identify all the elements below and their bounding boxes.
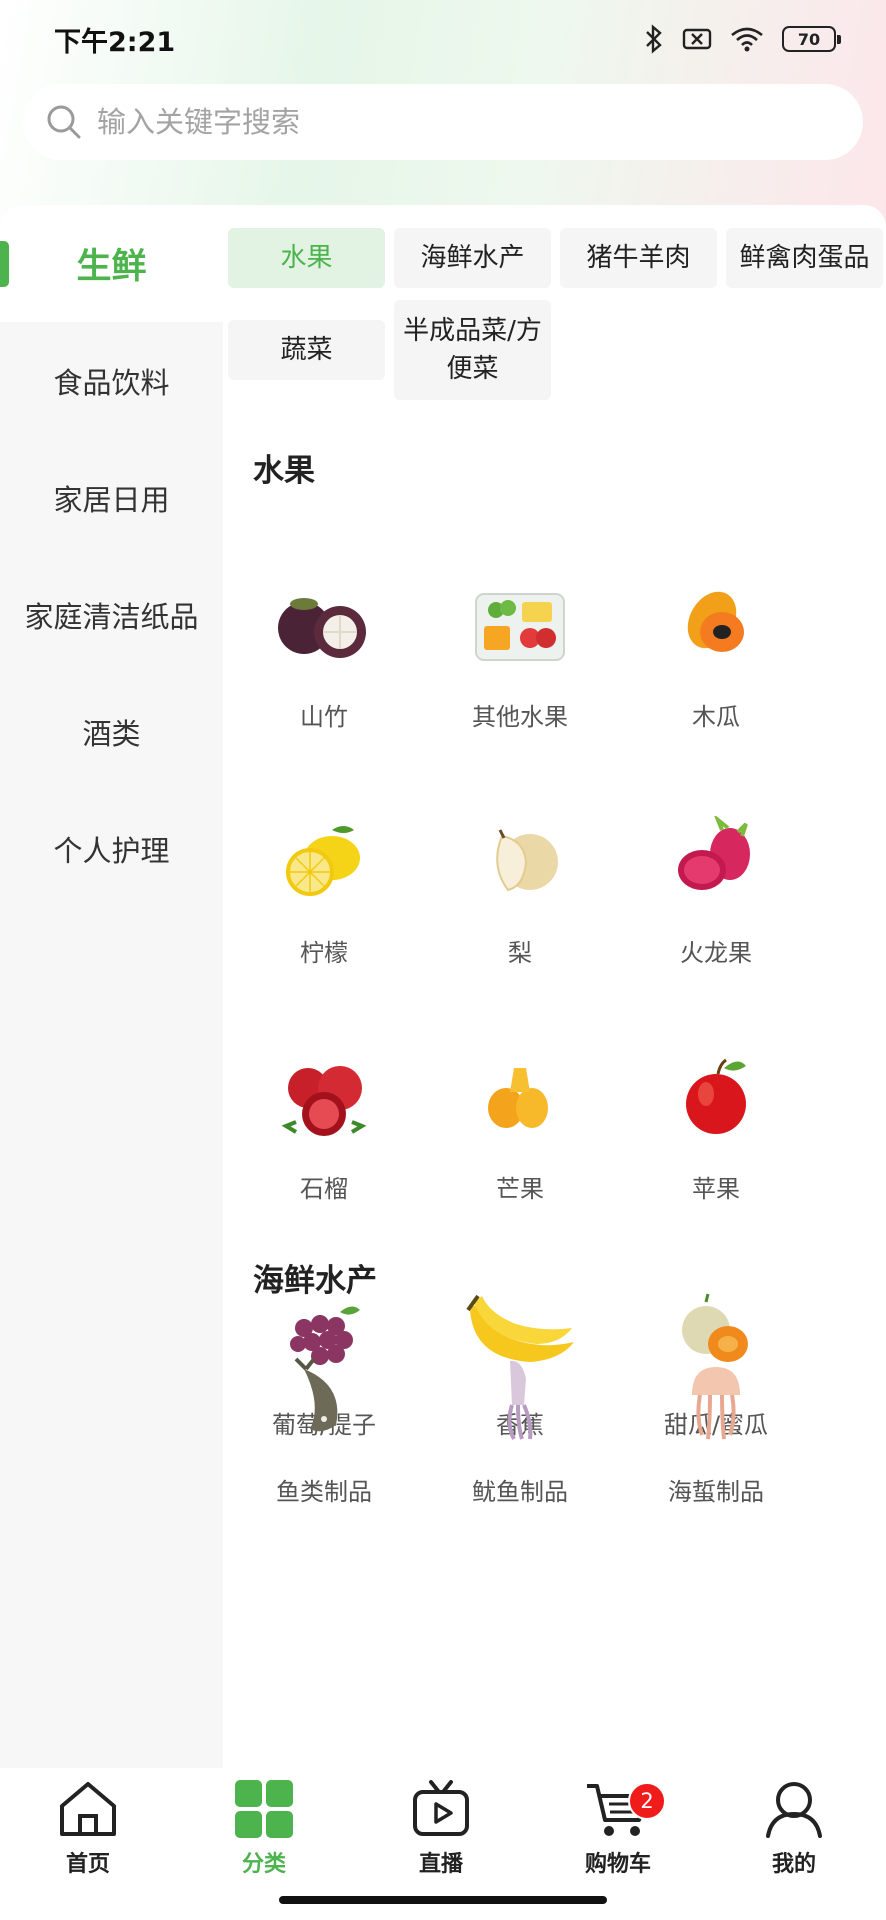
jellyfish-icon <box>656 1340 776 1460</box>
item-label: 鱼类制品 <box>276 1478 372 1506</box>
item-label: 火龙果 <box>680 939 752 967</box>
category-icon <box>235 1780 293 1838</box>
search-input[interactable] <box>97 105 797 139</box>
tab-label: 海鲜水产 <box>420 243 525 273</box>
sidebar-item-label: 生鲜 <box>76 247 147 287</box>
tab-label: 直播 <box>418 1852 463 1877</box>
list-item[interactable]: 鱼类制品 <box>226 1340 422 1540</box>
sidebar-item-label: 家庭清洁纸品 <box>24 599 199 634</box>
home-icon <box>60 1782 116 1836</box>
list-item[interactable]: 木瓜 <box>618 565 814 765</box>
dragon-fruit-icon <box>656 801 776 921</box>
item-label: 梨 <box>508 939 532 967</box>
tab-poultry-eggs[interactable]: 鲜禽肉蛋品 <box>726 228 883 288</box>
tab-cart[interactable]: 2 购物车 <box>558 1778 678 1888</box>
item-label: 其他水果 <box>472 703 568 731</box>
item-label: 木瓜 <box>692 703 740 731</box>
tab-prepared-meals[interactable]: 半成品菜/方便菜 <box>394 300 551 400</box>
tab-label: 首页 <box>65 1852 110 1877</box>
tab-label: 分类 <box>241 1852 286 1877</box>
cart-badge: 2 <box>628 1782 666 1820</box>
item-label: 柠檬 <box>300 939 348 967</box>
list-item[interactable]: 海蜇制品 <box>618 1340 814 1540</box>
home-indicator[interactable] <box>279 1896 607 1904</box>
list-item[interactable]: 石榴 <box>226 1037 422 1237</box>
status-bar: 下午2:21 70 <box>0 0 886 78</box>
list-item[interactable]: 芒果 <box>422 1037 618 1237</box>
category-sidebar: 生鲜 食品饮料 家居日用 家庭清洁纸品 酒类 个人护理 <box>0 205 223 1770</box>
lemon-icon <box>264 801 384 921</box>
list-item[interactable]: 苹果 <box>618 1037 814 1237</box>
list-item[interactable]: 火龙果 <box>618 801 814 1001</box>
sidebar-item-label: 食品饮料 <box>53 365 170 400</box>
tab-label: 半成品菜/方便菜 <box>403 316 542 384</box>
tab-meat[interactable]: 猪牛羊肉 <box>560 228 717 288</box>
sidebar-item-fresh[interactable]: 生鲜 <box>0 205 223 322</box>
item-label: 苹果 <box>692 1175 740 1203</box>
tab-live[interactable]: 直播 <box>381 1778 501 1888</box>
tab-home[interactable]: 首页 <box>28 1778 148 1888</box>
status-icons: 70 <box>644 24 841 54</box>
tab-label: 猪牛羊肉 <box>586 243 691 273</box>
sidebar-item-label: 个人护理 <box>53 833 170 868</box>
sidebar-item-household[interactable]: 家居日用 <box>0 439 223 556</box>
wifi-icon <box>731 27 763 52</box>
apple-icon <box>656 1037 776 1157</box>
tab-category[interactable]: 分类 <box>204 1778 324 1888</box>
battery-icon: 70 <box>782 26 841 52</box>
tab-seafood[interactable]: 海鲜水产 <box>394 228 551 288</box>
tab-label: 蔬菜 <box>280 335 333 365</box>
tab-label: 鲜禽肉蛋品 <box>739 243 870 273</box>
sidebar-item-label: 家居日用 <box>53 482 170 517</box>
item-label: 鱿鱼制品 <box>472 1478 568 1506</box>
fish-icon <box>264 1340 384 1460</box>
sidebar-item-cleaning-paper[interactable]: 家庭清洁纸品 <box>0 556 223 673</box>
tab-fruit[interactable]: 水果 <box>228 228 385 288</box>
pear-icon <box>460 801 580 921</box>
list-item[interactable]: 柠檬 <box>226 801 422 1001</box>
list-item[interactable]: 梨 <box>422 801 618 1001</box>
sidebar-item-liquor[interactable]: 酒类 <box>0 673 223 790</box>
active-indicator <box>0 241 9 287</box>
fruit-platter-icon <box>460 565 580 685</box>
item-label: 石榴 <box>300 1175 348 1203</box>
sidebar-item-food-drinks[interactable]: 食品饮料 <box>0 322 223 439</box>
section-title-seafood: 海鲜水产 <box>253 1263 377 1299</box>
category-content: 生鲜 食品饮料 家居日用 家庭清洁纸品 酒类 个人护理 水果 海鲜水产 猪牛羊肉 <box>0 205 886 1770</box>
tab-vegetables[interactable]: 蔬菜 <box>228 320 385 380</box>
section-title-fruit: 水果 <box>253 453 315 489</box>
sidebar-item-label: 酒类 <box>82 716 141 751</box>
list-item[interactable]: 山竹 <box>226 565 422 765</box>
tab-label: 我的 <box>771 1852 816 1877</box>
category-main: 水果 海鲜水产 猪牛羊肉 鲜禽肉蛋品 蔬菜 半成品菜/方便菜 水果 山竹 其他水… <box>223 205 886 1770</box>
live-icon <box>413 1780 469 1836</box>
squid-icon <box>460 1340 580 1460</box>
tab-profile[interactable]: 我的 <box>734 1778 854 1888</box>
profile-icon <box>766 1782 822 1838</box>
pomegranate-icon <box>264 1037 384 1157</box>
item-label: 海蜇制品 <box>668 1478 764 1506</box>
mango-icon <box>460 1037 580 1157</box>
bluetooth-icon <box>646 24 662 54</box>
status-time: 下午2:21 <box>54 26 176 58</box>
tab-label: 购物车 <box>584 1852 651 1877</box>
mangosteen-icon <box>264 565 384 685</box>
item-label: 芒果 <box>496 1175 544 1203</box>
item-label: 山竹 <box>300 703 348 731</box>
list-item[interactable]: 其他水果 <box>422 565 618 765</box>
battery-level: 70 <box>797 29 821 49</box>
sidebar-item-personal-care[interactable]: 个人护理 <box>0 790 223 907</box>
no-sim-icon <box>682 28 712 50</box>
search-bar[interactable] <box>23 84 863 160</box>
search-icon <box>47 105 81 139</box>
list-item[interactable]: 鱿鱼制品 <box>422 1340 618 1540</box>
tab-label: 水果 <box>280 243 333 273</box>
papaya-icon <box>656 565 776 685</box>
